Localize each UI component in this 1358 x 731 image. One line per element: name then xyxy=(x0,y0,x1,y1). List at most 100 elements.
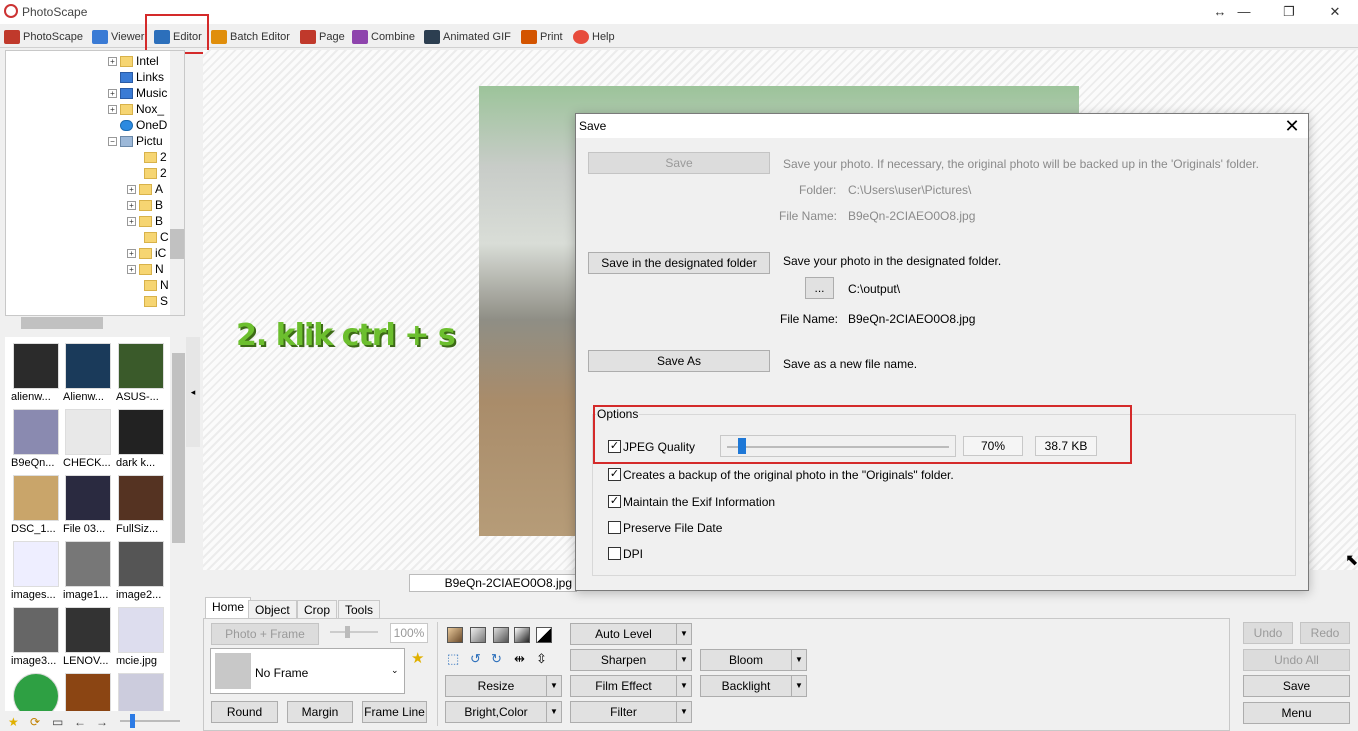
vintage-tone-icon[interactable] xyxy=(447,627,463,643)
thumbnail-scrollbar[interactable] xyxy=(170,337,187,711)
thumbnail-item[interactable]: image2... xyxy=(116,541,166,603)
tree-item[interactable]: + A xyxy=(127,181,163,197)
thumbnail-item[interactable]: DSC_1... xyxy=(11,475,61,537)
menu-button[interactable]: Menu xyxy=(1243,702,1350,724)
silver-tone-icon[interactable] xyxy=(493,627,509,643)
redo-button[interactable]: Redo xyxy=(1300,622,1350,644)
photo-filename-tab[interactable]: B9eQn-2CIAEO0O8.jpg xyxy=(409,574,577,592)
expand-icon[interactable]: + xyxy=(127,248,136,258)
expand-icon[interactable]: + xyxy=(127,264,136,274)
expand-icon[interactable]: + xyxy=(108,88,117,98)
auto-enhance-icon[interactable]: ⬚ xyxy=(447,651,459,667)
tree-item[interactable]: Links xyxy=(120,69,164,85)
tab-photoscape[interactable]: PhotoScape xyxy=(4,27,83,47)
film-effect-button[interactable]: Film Effect xyxy=(570,675,677,697)
tree-item[interactable]: S xyxy=(144,293,168,309)
resize-button[interactable]: Resize xyxy=(445,675,547,697)
exif-checkbox[interactable]: ✓ xyxy=(608,495,621,508)
thumbnail-item[interactable] xyxy=(63,673,113,711)
negative-icon[interactable] xyxy=(536,627,552,643)
panel-collapse-handle[interactable]: ◂ xyxy=(186,337,200,447)
flip-horizontal-icon[interactable]: ⇹ xyxy=(514,651,525,667)
tree-vertical-scrollbar[interactable] xyxy=(170,51,184,315)
thumbnail-item[interactable] xyxy=(11,673,61,711)
thumbnail-item[interactable]: image1... xyxy=(63,541,113,603)
rotate-right-icon[interactable]: ↻ xyxy=(491,651,502,667)
tab-page[interactable]: Page xyxy=(300,27,345,47)
frame-select[interactable]: No Frame ⌄ xyxy=(210,648,405,694)
auto-level-button[interactable]: Auto Level xyxy=(570,623,677,645)
collapse-icon[interactable]: − xyxy=(108,136,117,146)
tree-item[interactable]: C xyxy=(144,229,169,245)
dialog-close-icon[interactable]: ✕ xyxy=(1282,115,1302,137)
tree-item[interactable]: + N xyxy=(127,261,164,277)
backlight-button[interactable]: Backlight xyxy=(700,675,792,697)
undo-button[interactable]: Undo xyxy=(1243,622,1293,644)
tree-item[interactable]: + B xyxy=(127,213,163,229)
browse-folder-button[interactable]: ... xyxy=(805,277,834,299)
thumbnail-item[interactable]: ASUS-... xyxy=(116,343,166,405)
tab-print[interactable]: Print xyxy=(521,27,563,47)
favorite-star-icon[interactable]: ★ xyxy=(411,649,424,667)
refresh-folder-icon[interactable]: ⟳ xyxy=(30,716,44,728)
gray-tone-icon[interactable] xyxy=(470,627,486,643)
bright-color-button[interactable]: Bright,Color xyxy=(445,701,547,723)
save-designated-folder-button[interactable]: Save in the designated folder xyxy=(588,252,770,274)
thumbnail-item[interactable]: images... xyxy=(11,541,61,603)
save-button[interactable]: Save xyxy=(588,152,770,174)
sharpen-button[interactable]: Sharpen xyxy=(570,649,677,671)
flip-vertical-icon[interactable]: ⇳ xyxy=(536,651,547,667)
tree-item[interactable]: N xyxy=(144,277,169,293)
tree-item[interactable]: 2 xyxy=(144,165,167,181)
save-as-button[interactable]: Save As xyxy=(588,350,770,372)
tree-item[interactable]: + B xyxy=(127,197,163,213)
thumbnail-item[interactable]: CHECK... xyxy=(63,409,113,471)
backlight-dropdown[interactable]: ▼ xyxy=(791,675,807,697)
maximize-button[interactable]: ❐ xyxy=(1274,2,1304,22)
tab-batch-editor[interactable]: Batch Editor xyxy=(211,27,290,47)
zoom-field[interactable]: 100% xyxy=(390,623,428,643)
frame-zoom-slider[interactable] xyxy=(330,626,378,638)
scrollbar-thumb[interactable] xyxy=(21,317,103,329)
thumbnail-size-slider[interactable] xyxy=(120,714,180,728)
tree-item[interactable]: − Pictu xyxy=(108,133,163,149)
expand-icon[interactable]: + xyxy=(127,216,136,226)
scrollbar-thumb[interactable] xyxy=(172,353,185,543)
folder-tree[interactable]: + Intel Links + Music + Nox_ OneD − Pictu 2 … xyxy=(5,50,185,316)
minimize-button[interactable]: — xyxy=(1229,2,1259,22)
expand-icon[interactable]: + xyxy=(108,56,117,66)
filter-dropdown[interactable]: ▼ xyxy=(676,701,692,723)
expand-icon[interactable]: + xyxy=(108,104,117,114)
sharpen-dropdown[interactable]: ▼ xyxy=(676,649,692,671)
filter-button[interactable]: Filter xyxy=(570,701,677,723)
undo-all-button[interactable]: Undo All xyxy=(1243,649,1350,671)
forward-arrow-icon[interactable]: → xyxy=(96,716,110,728)
round-button[interactable]: Round xyxy=(211,701,278,723)
dpi-checkbox[interactable] xyxy=(608,547,621,560)
resize-dropdown[interactable]: ▼ xyxy=(546,675,562,697)
tree-item[interactable]: + Nox_ xyxy=(108,101,164,117)
thumbnail-item[interactable]: dark k... xyxy=(116,409,166,471)
thumbnail-item[interactable]: mcie.jpg xyxy=(116,607,166,669)
tab-home[interactable]: Home xyxy=(205,597,252,618)
expand-icon[interactable]: + xyxy=(127,184,136,194)
expand-icon[interactable]: + xyxy=(127,200,136,210)
thumbnail-item[interactable]: alienw... xyxy=(11,343,61,405)
rotate-left-icon[interactable]: ↺ xyxy=(470,651,481,667)
star-icon[interactable]: ★ xyxy=(8,716,22,728)
thumbnail-item[interactable] xyxy=(116,673,166,711)
bloom-dropdown[interactable]: ▼ xyxy=(791,649,807,671)
auto-level-dropdown[interactable]: ▼ xyxy=(676,623,692,645)
film-effect-dropdown[interactable]: ▼ xyxy=(676,675,692,697)
thumbnail-item[interactable]: LENOV... xyxy=(63,607,113,669)
tree-horizontal-scrollbar[interactable] xyxy=(5,316,185,330)
tab-tools[interactable]: Tools xyxy=(338,600,381,618)
back-arrow-icon[interactable]: ← xyxy=(74,716,88,728)
save-main-button[interactable]: Save xyxy=(1243,675,1350,697)
tree-item[interactable]: + iC xyxy=(127,245,166,261)
photo-frame-button[interactable]: Photo + Frame xyxy=(211,623,319,645)
close-button[interactable]: ✕ xyxy=(1320,2,1350,22)
black-white-icon[interactable] xyxy=(514,627,530,643)
bloom-button[interactable]: Bloom xyxy=(700,649,792,671)
margin-button[interactable]: Margin xyxy=(287,701,353,723)
